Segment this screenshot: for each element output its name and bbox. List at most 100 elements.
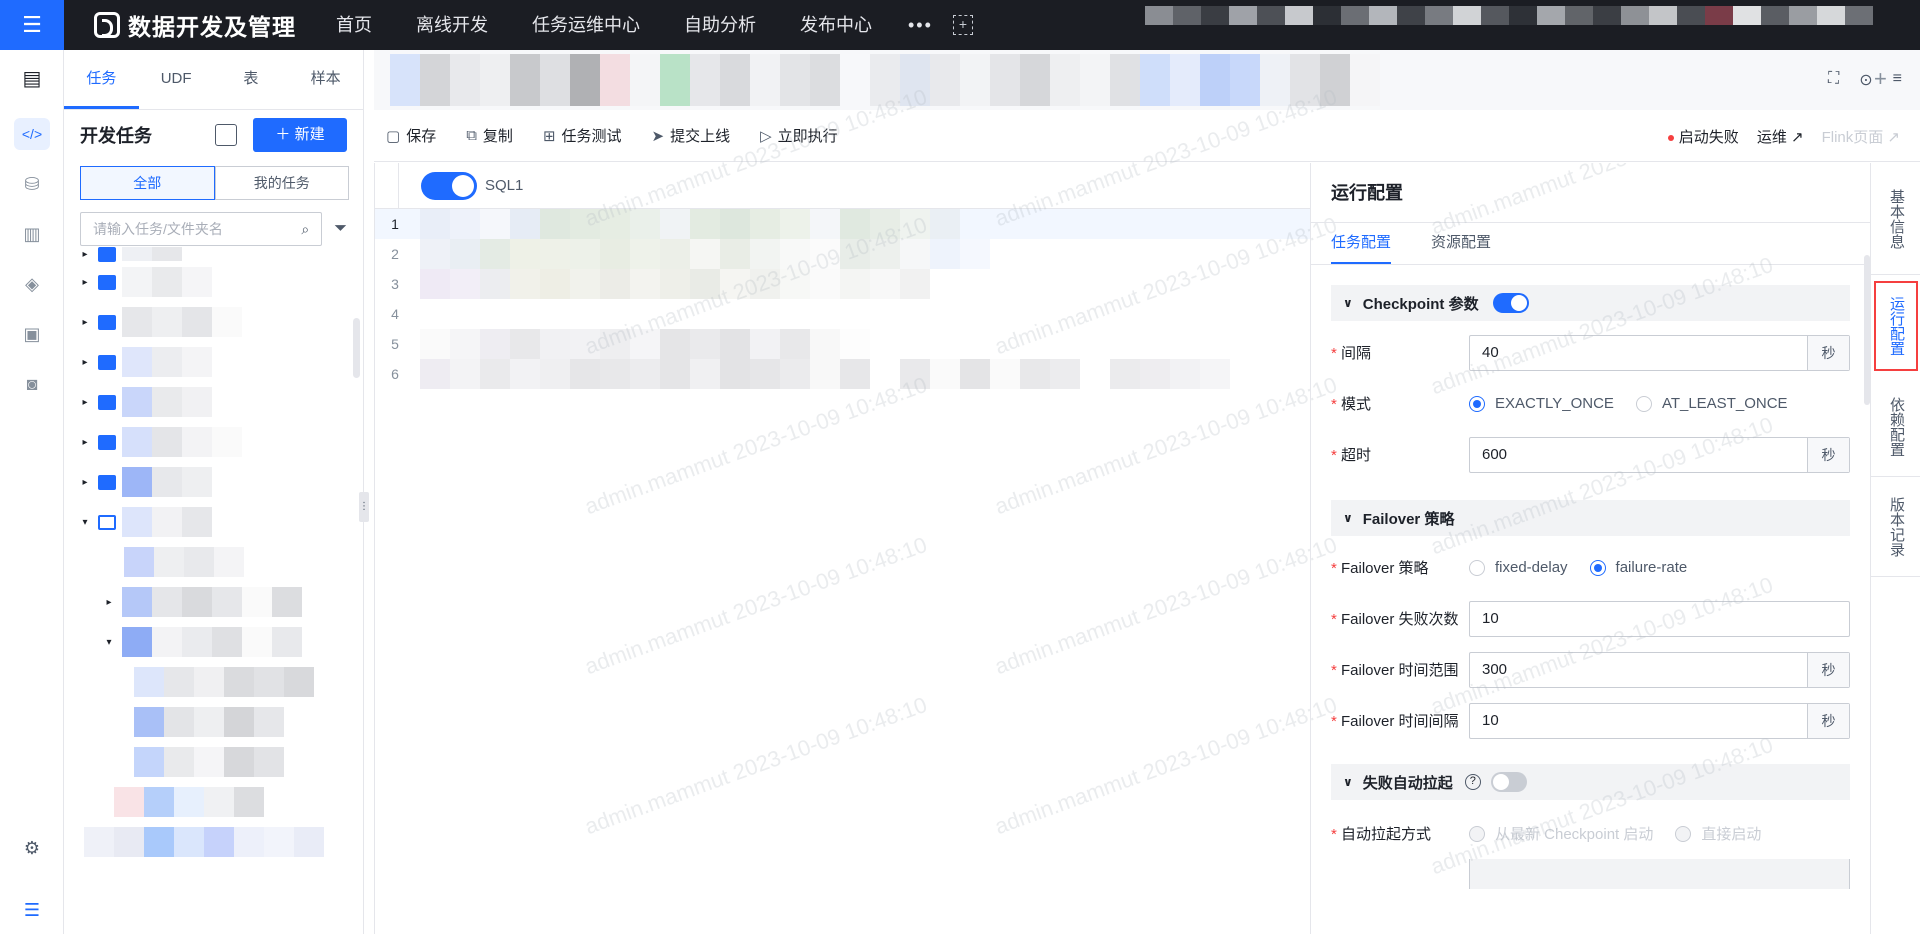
tree-row[interactable]: ▾	[78, 622, 348, 662]
nav-item-offline-dev[interactable]: 离线开发	[394, 0, 510, 50]
caret-down-icon[interactable]: ▾	[78, 517, 92, 528]
caret-down-icon[interactable]: ▾	[102, 637, 116, 648]
redacted-name	[124, 547, 244, 577]
radio-at-least-once[interactable]: AT_LEAST_ONCE	[1635, 395, 1788, 412]
radio-latest-checkpoint[interactable]: 从最新 Checkpoint 启动	[1469, 823, 1653, 844]
chevron-down-icon: ∨	[1343, 296, 1353, 310]
tree-row[interactable]	[78, 702, 348, 742]
caret-right-icon[interactable]: ▸	[102, 597, 116, 608]
tree-row[interactable]	[78, 542, 348, 582]
redacted-name	[122, 267, 212, 297]
save-button[interactable]: ▢ 保存	[386, 125, 436, 146]
tab-table[interactable]: 表	[214, 50, 289, 109]
search-input[interactable]: 请输入任务/文件夹名 ⌕	[80, 212, 323, 246]
radio-fixed-delay[interactable]: fixed-delay	[1469, 559, 1568, 576]
failover-interval-input[interactable]: 10 秒	[1469, 702, 1850, 739]
list-icon[interactable]: ≡	[1893, 70, 1902, 90]
tab-task[interactable]: 任务	[64, 50, 139, 109]
tree-scrollbar[interactable]	[353, 318, 360, 378]
failover-count-input[interactable]: 10	[1469, 600, 1850, 637]
nav-item-self-analysis[interactable]: 自助分析	[662, 0, 778, 50]
segment-my-tasks[interactable]: 我的任务	[214, 166, 349, 200]
auto-restart-section-header[interactable]: ∨ 失败自动拉起 ?	[1331, 764, 1850, 800]
test-button[interactable]: ⊞ 任务测试	[543, 125, 622, 146]
failover-range-input[interactable]: 300 秒	[1469, 651, 1850, 688]
collapse-menu-icon[interactable]: ☰	[20, 898, 44, 922]
radio-failure-rate[interactable]: failure-rate	[1589, 559, 1687, 576]
nav-item-release-center[interactable]: 发布中心	[778, 0, 894, 50]
caret-right-icon[interactable]: ▸	[78, 477, 92, 488]
tab-dependency-config[interactable]: 依赖配置	[1871, 377, 1920, 477]
document-icon[interactable]: ▤	[20, 66, 44, 90]
help-icon[interactable]: ?	[1464, 774, 1481, 790]
caret-right-icon[interactable]: ▸	[78, 397, 92, 408]
tab-basic-info[interactable]: 基本信息	[1871, 163, 1920, 275]
caret-right-icon[interactable]: ▸	[78, 437, 92, 448]
caret-right-icon[interactable]: ▸	[78, 317, 92, 328]
folder-icon	[98, 314, 116, 330]
timeout-input[interactable]: 600 秒	[1469, 436, 1850, 473]
import-icon[interactable]	[215, 124, 237, 146]
database-icon[interactable]: ⛁	[20, 172, 44, 196]
nav-item-ops-center[interactable]: 任务运维中心	[510, 0, 662, 50]
flink-page-link[interactable]: Flink页面 ↗	[1822, 126, 1900, 147]
tree-row[interactable]: ▸	[78, 582, 348, 622]
auto-restart-toggle[interactable]	[1490, 772, 1527, 792]
checkpoint-section-header[interactable]: ∨ Checkpoint 参数	[1331, 285, 1850, 321]
tree-row[interactable]	[78, 662, 348, 702]
tab-task-config[interactable]: 任务配置	[1331, 223, 1392, 264]
app-logo[interactable]: 数据开发及管理	[94, 8, 296, 42]
checkpoint-toggle[interactable]	[1492, 293, 1529, 313]
tab-run-config[interactable]: 运行配置	[1874, 281, 1918, 371]
segment-all[interactable]: 全部	[80, 166, 215, 200]
disabled-input[interactable]	[1469, 859, 1850, 889]
ops-link[interactable]: 运维 ↗	[1757, 126, 1804, 147]
tree-row[interactable]: ▸	[78, 462, 348, 502]
filter-icon[interactable]: ⏷	[334, 220, 347, 238]
tree-row[interactable]: ▸	[78, 246, 348, 262]
tree-row[interactable]: ▸	[78, 262, 348, 302]
caret-right-icon[interactable]: ▸	[78, 277, 92, 288]
code-icon[interactable]: </>	[14, 118, 50, 150]
redacted-code-line	[420, 209, 960, 239]
caret-right-icon[interactable]: ▸	[78, 249, 92, 260]
storage-icon[interactable]: ▣	[20, 322, 44, 346]
radio-exactly-once[interactable]: EXACTLY_ONCE	[1469, 395, 1614, 412]
monitor-icon[interactable]: ◙	[20, 372, 44, 396]
interval-input[interactable]: 40 秒	[1469, 334, 1850, 371]
tree-row[interactable]: ▸	[78, 382, 348, 422]
tab-resource-config[interactable]: 资源配置	[1431, 223, 1491, 264]
tree-row[interactable]: ▸	[78, 422, 348, 462]
nav-item-home[interactable]: 首页	[314, 0, 394, 50]
tree-row[interactable]	[78, 782, 348, 822]
run-button[interactable]: ▷ 立即执行	[760, 125, 838, 146]
nav-more-icon[interactable]: •••	[894, 15, 947, 36]
submit-button[interactable]: ➤ 提交上线	[652, 125, 731, 146]
add-shortcut-icon[interactable]: +	[952, 15, 973, 35]
library-icon[interactable]: ▥	[20, 222, 44, 246]
caret-right-icon[interactable]: ▸	[78, 357, 92, 368]
panel-resize-handle[interactable]: ⋮	[359, 492, 369, 522]
tree-row[interactable]: ▸	[78, 342, 348, 382]
more-icon[interactable]: ⊙	[1859, 70, 1872, 90]
menu-icon[interactable]: ☰	[0, 0, 64, 50]
sql-enable-toggle[interactable]	[421, 171, 477, 200]
tree-row[interactable]: ▸	[78, 302, 348, 342]
tab-version-history[interactable]: 版本记录	[1871, 477, 1920, 577]
tab-udf[interactable]: UDF	[139, 50, 214, 109]
sql-editor[interactable]: SQL1 1 2 3 4 5 6 admin.mammut 2023-10-09…	[374, 84, 1340, 934]
search-icon[interactable]: ⌕	[301, 221, 309, 238]
failover-section-title: Failover 策略	[1362, 510, 1455, 528]
tree-row[interactable]	[78, 822, 348, 862]
watermark-text: admin.mammut 2023-10-09 10:48:10	[581, 531, 931, 680]
screenshot-icon[interactable]: ⛶	[1828, 70, 1839, 90]
copy-button[interactable]: ⧉ 复制	[466, 125, 513, 146]
failover-section-header[interactable]: ∨ Failover 策略	[1331, 500, 1850, 536]
new-button[interactable]: ＋ 新建	[253, 118, 347, 152]
tree-row[interactable]: ▾	[78, 502, 348, 542]
settings-icon[interactable]: ⚙	[20, 836, 44, 860]
tab-sample[interactable]: 样本	[288, 50, 363, 109]
radio-direct-start[interactable]: 直接启动	[1675, 823, 1761, 844]
tree-row[interactable]	[78, 742, 348, 782]
layers-icon[interactable]: ◈	[20, 272, 44, 296]
